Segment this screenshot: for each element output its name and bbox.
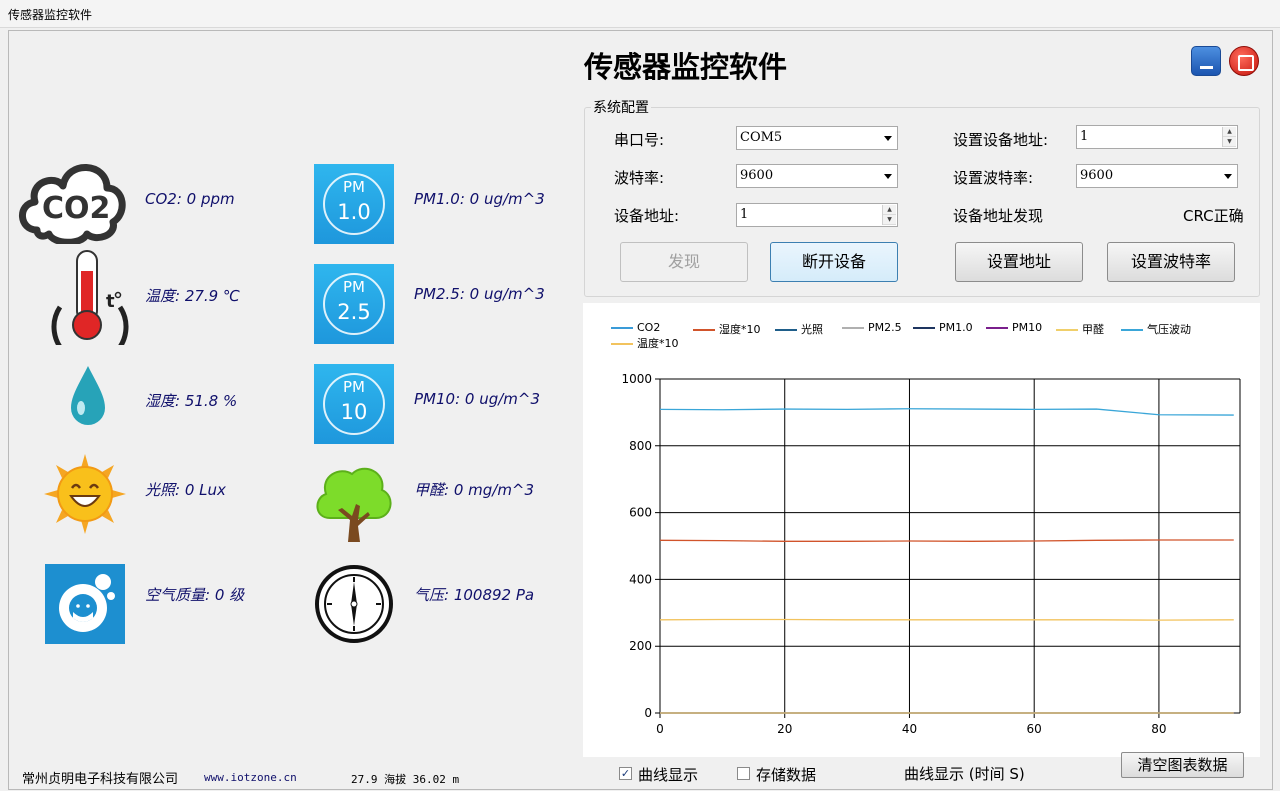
pm1-icon: PM 1.0 [314,164,394,244]
line-chart: 0 200 400 600 800 1000 0 20 40 60 80 [621,372,1241,736]
spin-down-icon: ▼ [883,215,896,225]
co2-cloud-icon: CO2 [19,164,126,244]
window-title: 传感器监控软件 [8,8,93,22]
co2-reading: CO2: 0 ppm [145,190,235,208]
pressure-reading: 气压: 100892 Pa [414,586,535,604]
spin-down-icon: ▼ [1223,137,1236,147]
save-data-checkbox[interactable] [737,767,750,780]
curve-display-checkbox[interactable]: ✓ [619,767,632,780]
curve-time-label: 曲线显示 (时间 S) [904,765,1025,783]
pm25-reading: PM2.5: 0 ug/m^3 [414,285,545,303]
humidity-reading: 湿度: 51.8 % [145,392,238,410]
y-tick-label: 0 [644,706,652,720]
series-line-湿度*10 [659,539,1234,542]
y-tick-label: 600 [629,506,652,520]
x-tick-label: 0 [656,722,664,736]
system-config-legend: 系统配置 [591,97,651,117]
device-addr-spinner[interactable]: 1 ▲ ▼ [736,203,898,227]
water-drop-icon [71,366,105,425]
air-quality-reading: 空气质量: 0 级 [145,586,245,604]
x-tick-label: 80 [1151,722,1166,736]
pm10-reading: PM10: 0 ug/m^3 [414,390,541,408]
disconnect-button[interactable]: 断开设备 [770,242,898,282]
status-text: 27.9 海拔 36.02 m [351,773,460,786]
minimize-button[interactable] [1191,46,1221,76]
discover-button[interactable]: 发现 [620,242,748,282]
x-tick-label: 40 [902,722,917,736]
co2-icon-text: CO2 [42,191,110,226]
clear-chart-button[interactable]: 清空图表数据 [1121,752,1244,778]
x-tick-label: 60 [1027,722,1042,736]
pm25-icon: PM 2.5 [314,264,394,344]
sun-icon [44,454,126,534]
spin-up-icon: ▲ [883,205,896,215]
temperature-reading: 温度: 27.9 ℃ [145,287,240,305]
set-addr-spinner[interactable]: 1 ▲ ▼ [1076,125,1238,149]
pm10-icon: PM 10 [314,364,394,444]
baud-label: 波特率: [614,169,665,187]
series-line-温度*10 [659,618,1234,621]
set-address-button[interactable]: 设置地址 [955,242,1083,282]
y-tick-label: 200 [629,639,652,653]
chevron-down-icon [884,174,892,179]
set-baud-label: 设置波特率: [953,169,1034,187]
thermometer-icon: t [51,250,129,345]
set-baud-select[interactable]: 9600 [1076,164,1238,188]
discover-addr-label: 设备地址发现 [953,207,1044,225]
set-addr-label: 设置设备地址: [953,131,1049,149]
company-name: 常州贞明电子科技有限公司 [22,772,179,787]
spin-up-icon: ▲ [1223,127,1236,137]
curve-display-label: 曲线显示 [638,766,699,784]
app-title: 传感器监控软件 [584,50,788,84]
port-select[interactable]: COM5 [736,126,898,150]
light-reading: 光照: 0 Lux [145,481,226,499]
save-data-label: 存储数据 [756,766,817,784]
x-tick-label: 20 [777,722,792,736]
crc-status: CRC正确 [1183,207,1244,225]
set-baud-button[interactable]: 设置波特率 [1107,242,1235,282]
window-titlebar: 传感器监控软件 [0,0,1280,28]
y-tick-label: 1000 [621,372,652,386]
chart-panel: CO2 湿度*10 光照 PM2.5 PM1.0 PM10 甲醛 气压波动 温度*10 0 200… [583,303,1260,757]
app-window: 传感器监控软件 传感器监控软件 CO2 CO2: 0 ppm t 温度: 27.… [0,0,1280,791]
tree-icon [316,467,392,542]
port-label: 串口号: [614,131,665,149]
chevron-down-icon [1224,174,1232,179]
pressure-gauge-icon [315,565,393,643]
chevron-down-icon [884,136,892,141]
series-line-气压波动 [659,408,1234,416]
baud-select[interactable]: 9600 [736,164,898,188]
device-addr-label: 设备地址: [614,207,680,225]
y-tick-label: 800 [629,439,652,453]
close-button[interactable] [1229,46,1259,76]
air-quality-icon [45,564,125,644]
pm1-reading: PM1.0: 0 ug/m^3 [414,190,545,208]
y-tick-label: 400 [629,572,652,586]
svg-text:t: t [106,291,115,312]
website-link[interactable]: www.iotzone.cn [204,771,297,784]
formaldehyde-reading: 甲醛: 0 mg/m^3 [414,481,535,499]
